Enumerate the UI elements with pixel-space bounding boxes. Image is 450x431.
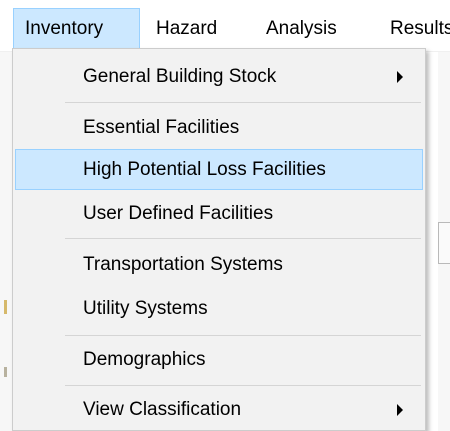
menu-hazard[interactable]: Hazard bbox=[156, 8, 256, 50]
menu-item-label: User Defined Facilities bbox=[83, 203, 274, 224]
background-map-mark bbox=[4, 300, 7, 314]
menu-separator bbox=[65, 102, 421, 103]
menu-item-label: High Potential Loss Facilities bbox=[83, 159, 326, 180]
menu-inventory[interactable]: Inventory bbox=[13, 8, 140, 50]
menu-results[interactable]: Results bbox=[390, 8, 450, 50]
menu-item-high-potential-loss-facilities[interactable]: High Potential Loss Facilities bbox=[15, 149, 423, 190]
menu-item-demographics[interactable]: Demographics bbox=[15, 339, 423, 380]
chevron-right-icon bbox=[397, 404, 403, 416]
menu-separator bbox=[65, 385, 421, 386]
menu-analysis[interactable]: Analysis bbox=[266, 8, 376, 50]
background-map-mark bbox=[4, 367, 7, 377]
background-tab-edge bbox=[438, 222, 450, 264]
menu-item-label: Utility Systems bbox=[83, 298, 208, 319]
menu-separator bbox=[65, 335, 421, 336]
menu-item-general-building-stock[interactable]: General Building Stock bbox=[15, 56, 423, 97]
menu-item-utility-systems[interactable]: Utility Systems bbox=[15, 288, 423, 329]
menu-item-transportation-systems[interactable]: Transportation Systems bbox=[15, 244, 423, 285]
menu-item-label: General Building Stock bbox=[83, 66, 277, 87]
inventory-dropdown-menu: General Building Stock Essential Facilit… bbox=[12, 48, 426, 431]
menu-item-label: Essential Facilities bbox=[83, 117, 240, 138]
menu-bar: Inventory Hazard Analysis Results bbox=[0, 0, 450, 52]
menu-item-label: Transportation Systems bbox=[83, 254, 283, 275]
menu-item-user-defined-facilities[interactable]: User Defined Facilities bbox=[15, 193, 423, 234]
chevron-right-icon bbox=[397, 71, 403, 83]
menu-item-label: View Classification bbox=[83, 399, 242, 420]
menu-item-view-classification[interactable]: View Classification bbox=[15, 389, 423, 430]
menu-separator bbox=[65, 238, 421, 239]
menu-item-essential-facilities[interactable]: Essential Facilities bbox=[15, 107, 423, 148]
menu-item-label: Demographics bbox=[83, 349, 206, 370]
